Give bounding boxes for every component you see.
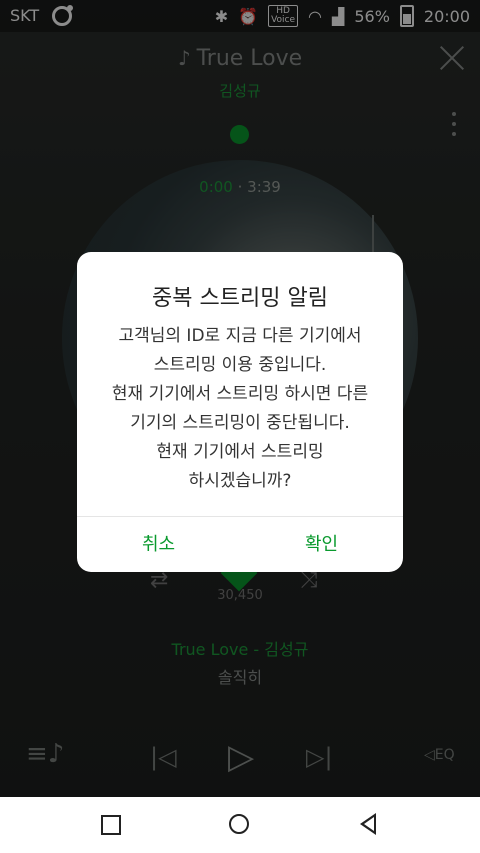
dialog-divider [77, 516, 403, 517]
confirm-button[interactable]: 확인 [240, 530, 403, 556]
dialog-title: 중복 스트리밍 알림 [152, 286, 328, 311]
dialog-message-line: 스트리밍 이용 중입니다. [153, 355, 327, 375]
recent-apps-icon[interactable] [101, 815, 121, 835]
duplicate-streaming-dialog: 중복 스트리밍 알림 고객님의 ID로 지금 다른 기기에서 스트리밍 이용 중… [77, 252, 403, 572]
system-nav-bar [0, 797, 480, 853]
dialog-message-line: 기기의 스트리밍이 중단됩니다. [130, 413, 350, 433]
dialog-message-line: 현재 기기에서 스트리밍 하시면 다른 [111, 384, 369, 404]
cancel-button[interactable]: 취소 [77, 530, 240, 556]
dialog-message: 고객님의 ID로 지금 다른 기기에서 스트리밍 이용 중입니다. 현재 기기에… [87, 322, 393, 496]
dialog-message-line: 현재 기기에서 스트리밍 [156, 442, 324, 462]
back-icon[interactable] [360, 813, 376, 835]
dialog-message-line: 고객님의 ID로 지금 다른 기기에서 [118, 326, 362, 346]
home-icon[interactable] [229, 814, 249, 834]
dialog-message-line: 하시겠습니까? [188, 471, 292, 491]
